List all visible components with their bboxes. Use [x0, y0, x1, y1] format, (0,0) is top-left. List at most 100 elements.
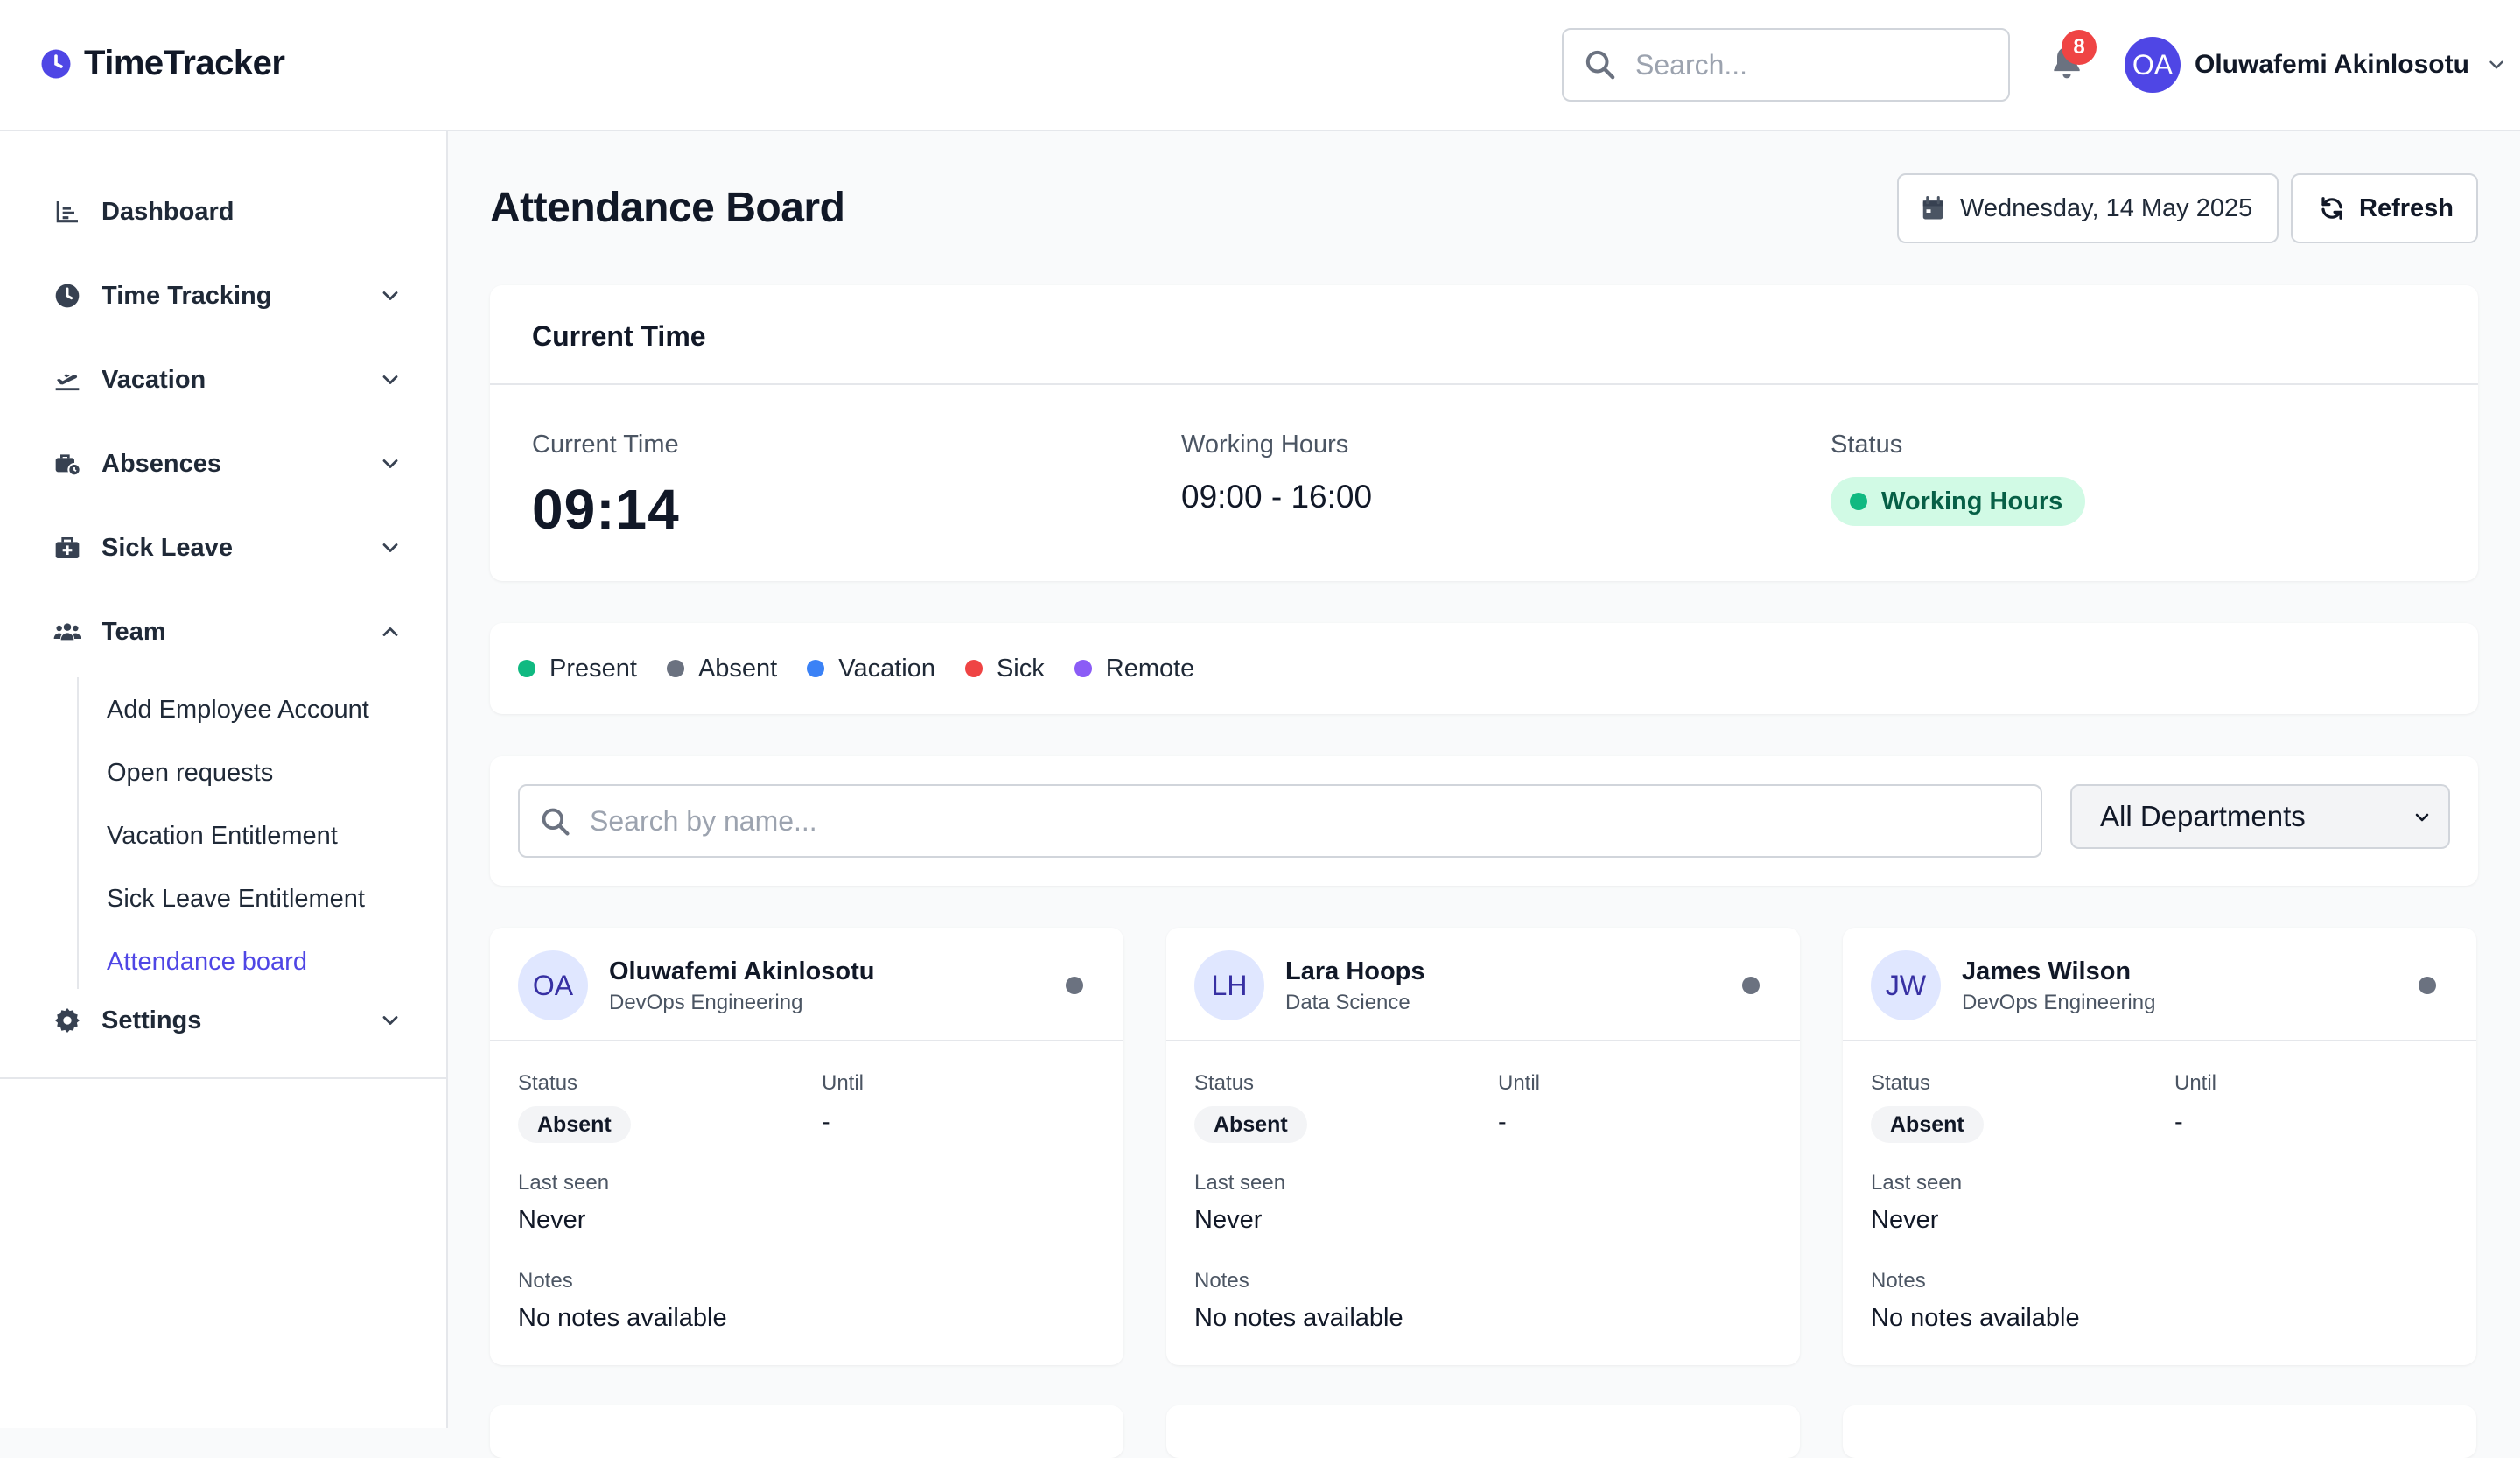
team-icon: [52, 617, 82, 647]
name-search[interactable]: [518, 784, 2042, 858]
employee-department: DevOps Engineering: [609, 991, 803, 1014]
until-value: -: [822, 1108, 830, 1136]
status-badge: Absent: [1194, 1106, 1307, 1143]
sidebar-item-absences[interactable]: Absences: [52, 438, 402, 490]
avatar: OA: [518, 950, 588, 1020]
sidebar-item-sick-leave[interactable]: Sick Leave: [52, 522, 402, 574]
page-title: Attendance Board: [490, 185, 845, 231]
until-label: Until: [2174, 1071, 2217, 1095]
chevron-down-icon: [378, 368, 402, 392]
legend-dot: [518, 660, 536, 677]
current-time-card: Current Time Current Time 09:14 Working …: [490, 285, 2478, 581]
current-time-block: Current Time 09:14: [532, 431, 680, 542]
department-select-value: All Departments: [2100, 800, 2306, 832]
last-seen-label: Last seen: [1194, 1171, 1286, 1195]
status-legend: Present Absent Vacation Sick Remote: [490, 623, 2478, 714]
employee-card-partial[interactable]: [490, 1405, 1124, 1458]
legend-label: Remote: [1105, 654, 1195, 683]
last-seen-value: Never: [518, 1206, 586, 1234]
refresh-button[interactable]: Refresh: [2291, 173, 2478, 243]
clock-logo-icon: [40, 48, 72, 80]
employee-card-partial[interactable]: [1843, 1405, 2476, 1458]
status-badge-text: Working Hours: [1881, 487, 2063, 515]
sidebar-item-team[interactable]: Team: [52, 606, 402, 658]
notes-label: Notes: [518, 1269, 573, 1293]
sidebar-subitem-open-requests[interactable]: Open requests: [107, 752, 273, 794]
sidebar-item-vacation[interactable]: Vacation: [52, 354, 402, 406]
chevron-down-icon: [378, 1008, 402, 1033]
sidebar-subitem-sick-leave-entitlement[interactable]: Sick Leave Entitlement: [107, 878, 365, 920]
submenu-divider: [77, 677, 79, 989]
user-menu[interactable]: OA Oluwafemi Akinlosotu: [2124, 37, 2508, 93]
employee-department: DevOps Engineering: [1962, 991, 2156, 1014]
employee-card[interactable]: OA Oluwafemi Akinlosotu DevOps Engineeri…: [490, 928, 1124, 1365]
employee-card[interactable]: JW James Wilson DevOps Engineering Statu…: [1843, 928, 2476, 1365]
until-value: -: [2174, 1108, 2183, 1136]
sidebar-item-label: Sick Leave: [102, 533, 233, 562]
sidebar-item-label: Settings: [102, 1006, 202, 1034]
date-picker-button[interactable]: Wednesday, 14 May 2025: [1897, 173, 2278, 243]
global-search-input[interactable]: [1635, 30, 1994, 100]
legend-label: Sick: [996, 654, 1045, 683]
employee-card[interactable]: LH Lara Hoops Data Science Status Absent…: [1166, 928, 1800, 1365]
sidebar-item-settings[interactable]: Settings: [52, 994, 402, 1047]
sidebar-item-label: Vacation: [102, 365, 206, 394]
avatar: JW: [1871, 950, 1941, 1020]
status-badge: Working Hours: [1830, 477, 2086, 526]
chevron-down-icon: [378, 452, 402, 476]
name-search-input[interactable]: [590, 786, 2025, 856]
sidebar-subitem-add-employee[interactable]: Add Employee Account: [107, 689, 369, 731]
clock-icon: [52, 281, 82, 311]
legend-item-vacation: Vacation: [807, 655, 935, 683]
working-hours-label: Working Hours: [1181, 431, 1349, 459]
sidebar-item-time-tracking[interactable]: Time Tracking: [52, 270, 402, 322]
medical-kit-icon: [52, 533, 82, 563]
current-time-value: 09:14: [532, 478, 680, 541]
calendar-icon: [1920, 195, 1946, 221]
notes-label: Notes: [1871, 1269, 1926, 1293]
global-search[interactable]: [1562, 28, 2010, 102]
employee-card-header: LH Lara Hoops Data Science: [1166, 928, 1800, 1041]
sidebar-item-label: Time Tracking: [102, 281, 272, 310]
status-badge: Absent: [1871, 1106, 1984, 1143]
employee-card-header: OA Oluwafemi Akinlosotu DevOps Engineeri…: [490, 928, 1124, 1041]
gear-icon: [52, 1006, 82, 1035]
employee-card-partial[interactable]: [1166, 1405, 1800, 1458]
status-label: Status: [1194, 1071, 1255, 1095]
card-heading: Current Time: [532, 320, 706, 352]
legend-item-remote: Remote: [1074, 654, 1195, 683]
legend-dot: [964, 660, 983, 677]
sidebar-item-label: Team: [102, 617, 166, 646]
sidebar-subitem-vacation-entitlement[interactable]: Vacation Entitlement: [107, 815, 338, 857]
legend-item-present: Present: [518, 655, 637, 683]
working-hours-value: 09:00 - 16:00: [1181, 479, 1373, 515]
legend-dot: [1074, 660, 1092, 677]
legend-item-absent: Absent: [666, 654, 778, 683]
chevron-down-icon: [378, 284, 402, 308]
last-seen-value: Never: [1871, 1206, 1939, 1234]
last-seen-value: Never: [1194, 1206, 1263, 1234]
legend-label: Absent: [697, 654, 778, 683]
notes-value: No notes available: [1194, 1304, 1404, 1332]
sidebar: Dashboard Time Tracking Vacation Absence…: [0, 131, 448, 1428]
refresh-icon: [2319, 195, 2345, 221]
status-indicator-dot: [1742, 977, 1760, 994]
briefcase-icon: [52, 449, 82, 479]
status-label: Status: [1830, 431, 1903, 459]
until-value: -: [1498, 1108, 1507, 1136]
sidebar-item-dashboard[interactable]: Dashboard: [52, 186, 402, 238]
chevron-down-icon: [2412, 807, 2432, 828]
department-select[interactable]: All Departments: [2070, 784, 2450, 849]
avatar: OA: [2124, 37, 2180, 93]
notification-badge: 8: [2062, 30, 2096, 65]
notes-label: Notes: [1194, 1269, 1250, 1293]
card-divider: [490, 383, 2478, 385]
notes-value: No notes available: [1871, 1304, 2080, 1332]
app-name: TimeTracker: [84, 44, 285, 82]
employee-card-header: JW James Wilson DevOps Engineering: [1843, 928, 2476, 1041]
status-indicator-dot: [1066, 977, 1083, 994]
status-block: Status Working Hours: [1830, 431, 2086, 526]
sidebar-item-label: Dashboard: [102, 197, 234, 226]
sidebar-subitem-attendance-board[interactable]: Attendance board: [107, 941, 307, 983]
brand[interactable]: TimeTracker: [40, 44, 285, 83]
